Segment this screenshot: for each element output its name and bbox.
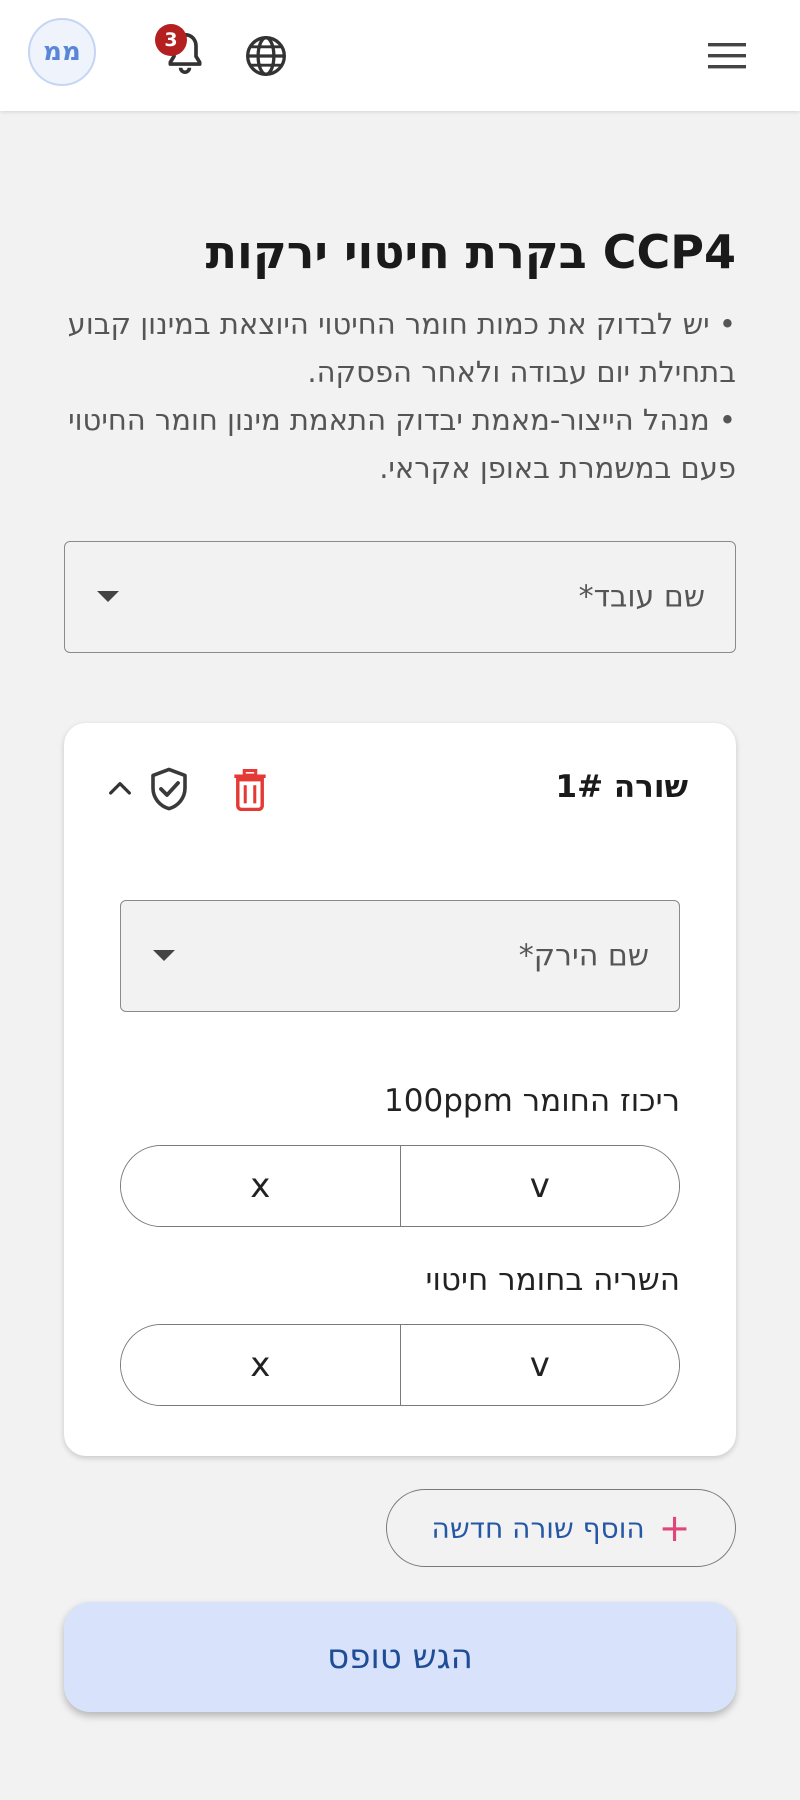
dropdown-arrow-icon bbox=[153, 950, 175, 961]
globe-icon[interactable] bbox=[244, 34, 288, 78]
menu-icon[interactable] bbox=[706, 38, 748, 74]
trash-icon[interactable] bbox=[232, 769, 268, 811]
employee-select[interactable]: שם עובד* bbox=[64, 541, 736, 653]
shield-check-icon[interactable] bbox=[149, 767, 189, 811]
app-bar: ממ 3 bbox=[0, 0, 800, 111]
toggle-option-yes[interactable]: v bbox=[399, 1325, 679, 1405]
toggle-option-yes[interactable]: v bbox=[399, 1146, 679, 1226]
add-row-label: הוסף שורה חדשה bbox=[431, 1511, 645, 1545]
vegetable-select-label: שם הירק* bbox=[518, 938, 649, 974]
row-card: שורה 1# שם הירק* ריכוז החומר 100ppm x v … bbox=[64, 723, 736, 1456]
avatar-initials: ממ bbox=[43, 37, 81, 67]
submit-label: הגש טופס bbox=[327, 1637, 473, 1677]
instruction-line: • מנהל הייצור-מאמת יבדוק התאמת מינון חומ… bbox=[68, 403, 736, 485]
add-row-button[interactable]: + הוסף שורה חדשה bbox=[386, 1489, 736, 1567]
notification-badge: 3 bbox=[155, 24, 187, 56]
employee-select-label: שם עובד* bbox=[578, 579, 705, 615]
page-title: CCP4 בקרת חיטוי ירקות bbox=[205, 225, 736, 279]
soaking-toggle: x v bbox=[120, 1324, 680, 1406]
instruction-line: • יש לבדוק את כמות חומר החיטוי היוצאת במ… bbox=[67, 307, 736, 389]
concentration-toggle: x v bbox=[120, 1145, 680, 1227]
toggle-option-no[interactable]: x bbox=[121, 1325, 400, 1405]
vegetable-select[interactable]: שם הירק* bbox=[120, 900, 680, 1012]
question-label-soaking: השריה בחומר חיטוי bbox=[425, 1262, 680, 1298]
toggle-option-no[interactable]: x bbox=[121, 1146, 400, 1226]
dropdown-arrow-icon bbox=[97, 591, 119, 602]
avatar[interactable]: ממ bbox=[28, 18, 96, 86]
submit-button[interactable]: הגש טופס bbox=[64, 1602, 736, 1712]
plus-icon: + bbox=[658, 1506, 691, 1550]
question-label-concentration: ריכוז החומר 100ppm bbox=[384, 1083, 680, 1119]
instructions: • יש לבדוק את כמות חומר החיטוי היוצאת במ… bbox=[66, 300, 736, 492]
row-title: שורה 1# bbox=[555, 769, 688, 805]
chevron-up-icon[interactable] bbox=[104, 773, 136, 805]
